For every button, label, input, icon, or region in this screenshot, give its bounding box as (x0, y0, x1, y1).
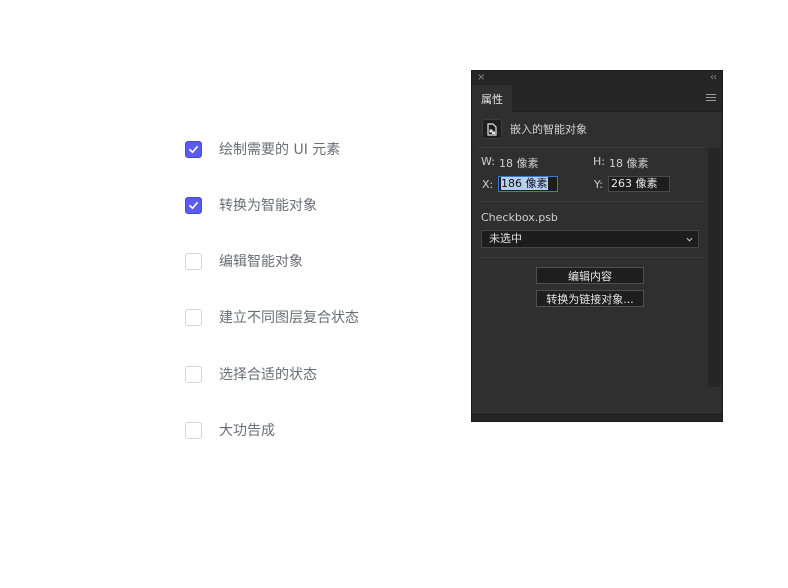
width-value: 18 像素 (499, 157, 539, 170)
checklist-item-label: 绘制需要的 UI 元素 (219, 142, 341, 158)
checklist-item-label: 转换为智能对象 (219, 198, 317, 214)
smart-object-header: 嵌入的智能对象 (482, 119, 587, 139)
panel-resize-bar[interactable] (472, 414, 722, 421)
tab-properties[interactable]: 属性 (472, 85, 512, 112)
checklist-item-layer-comps[interactable]: 建立不同图层复合状态 (185, 307, 359, 327)
convert-to-linked-button[interactable]: 转换为链接对象... (536, 290, 644, 307)
chevron-down-icon (686, 237, 693, 242)
layer-comp-select[interactable]: 未选中 (481, 230, 699, 248)
collapse-icon[interactable]: ‹‹ (710, 71, 717, 85)
checkbox[interactable] (185, 365, 202, 383)
properties-panel: × ‹‹ 属性 嵌入的智能对象 W: 18 像素 H: 18 像素 X: 186… (471, 70, 723, 422)
close-icon[interactable]: × (477, 71, 485, 85)
checklist-item-label: 选择合适的状态 (219, 367, 317, 383)
checklist-item-edit-smart-object[interactable]: 编辑智能对象 (185, 251, 303, 271)
height-label: H: (593, 155, 605, 168)
checkbox[interactable] (185, 252, 202, 270)
checklist-item-label: 大功告成 (219, 423, 275, 439)
panel-menu-icon[interactable] (706, 94, 716, 103)
layer-comp-selected-value: 未选中 (489, 232, 522, 245)
smart-object-type: 嵌入的智能对象 (510, 123, 587, 136)
layer-comp-source-filename: Checkbox.psb (481, 211, 558, 224)
checkbox[interactable] (185, 421, 202, 439)
width-label: W: (481, 155, 495, 168)
edit-contents-button[interactable]: 编辑内容 (536, 267, 644, 284)
checkmark-icon (189, 145, 198, 153)
divider (478, 147, 706, 148)
x-position-value: 186 像素 (501, 177, 548, 190)
checkbox[interactable] (185, 308, 202, 326)
x-label: X: (482, 178, 494, 191)
divider (478, 201, 706, 202)
panel-tab-bar: 属性 (472, 85, 722, 112)
checklist-item-convert-smart-object[interactable]: 转换为智能对象 (185, 195, 317, 215)
divider (478, 257, 706, 258)
height-value: 18 像素 (609, 157, 649, 170)
checklist-item-label: 编辑智能对象 (219, 254, 303, 270)
checkmark-icon (189, 201, 198, 209)
panel-scrollbar[interactable] (708, 148, 721, 387)
checkbox[interactable] (185, 196, 202, 214)
checklist-item-choose-state[interactable]: 选择合适的状态 (185, 364, 317, 384)
panel-title-bar[interactable]: × ‹‹ (472, 71, 722, 85)
panel-body: 嵌入的智能对象 W: 18 像素 H: 18 像素 X: 186 像素 Y: 2… (472, 112, 707, 415)
x-position-input[interactable]: 186 像素 (498, 176, 558, 192)
checkbox[interactable] (185, 140, 202, 158)
checklist-item-done[interactable]: 大功告成 (185, 420, 275, 440)
y-position-value: 263 像素 (611, 177, 658, 190)
y-label: Y: (594, 178, 603, 191)
checklist-item-label: 建立不同图层复合状态 (219, 310, 359, 326)
smart-object-icon (482, 119, 502, 139)
y-position-input[interactable]: 263 像素 (608, 176, 670, 192)
checklist-item-draw-ui[interactable]: 绘制需要的 UI 元素 (185, 139, 340, 159)
